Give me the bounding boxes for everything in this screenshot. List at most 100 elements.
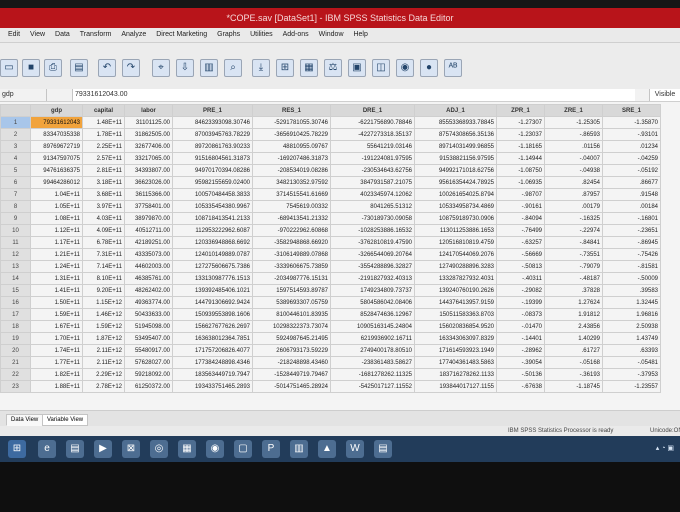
header-adj-1[interactable]: ADJ_1 bbox=[414, 104, 497, 117]
spell-check-icon[interactable]: ᴬᴮ bbox=[444, 59, 462, 77]
data-cell[interactable]: 61250372.00 bbox=[124, 380, 173, 393]
menu-edit[interactable]: Edit bbox=[8, 28, 20, 42]
data-cell[interactable]: 7.31E+11 bbox=[82, 248, 125, 261]
data-cell[interactable]: -.90161 bbox=[496, 200, 545, 213]
row-number[interactable]: 19 bbox=[0, 332, 31, 345]
data-cell[interactable]: -.08373 bbox=[496, 308, 545, 321]
data-cell[interactable]: 1.78E+11 bbox=[82, 128, 125, 141]
data-cell[interactable]: -.05481 bbox=[602, 356, 661, 369]
data-cell[interactable]: -6221756890.78846 bbox=[330, 116, 415, 129]
data-cell[interactable]: -.84841 bbox=[544, 236, 603, 249]
header-labor[interactable]: labor bbox=[124, 104, 173, 117]
menu-help[interactable]: Help bbox=[353, 28, 367, 42]
data-cell[interactable]: 177404361483.5863 bbox=[414, 356, 497, 369]
data-cell[interactable]: 4023345974.12062 bbox=[330, 188, 415, 201]
data-cell[interactable]: 95616354424.78925 bbox=[414, 176, 497, 189]
data-cell[interactable]: -191224081.97595 bbox=[330, 152, 415, 165]
data-cell[interactable]: 51945098.00 bbox=[124, 320, 173, 333]
data-cell[interactable]: 89769672719 bbox=[30, 140, 83, 153]
row-number[interactable]: 7 bbox=[0, 188, 31, 201]
data-cell[interactable]: 2.78E+12 bbox=[82, 380, 125, 393]
data-cell[interactable]: 108759189730.0906 bbox=[414, 212, 497, 225]
cell-value[interactable]: 79331612043.00 bbox=[72, 89, 635, 101]
data-cell[interactable]: 3.68E+11 bbox=[82, 188, 125, 201]
show-all-variables-icon[interactable]: ● bbox=[420, 59, 438, 77]
data-cell[interactable]: 40512711.00 bbox=[124, 224, 173, 237]
data-cell[interactable]: -.48187 bbox=[544, 272, 603, 285]
data-cell[interactable]: 171614593923.1949 bbox=[414, 344, 497, 357]
data-cell[interactable]: 85553368933.78845 bbox=[414, 116, 497, 129]
data-cell[interactable]: 33217065.00 bbox=[124, 152, 173, 165]
data-cell[interactable]: 94970170394.08286 bbox=[172, 164, 253, 177]
data-cell[interactable]: -.28962 bbox=[496, 344, 545, 357]
data-cell[interactable]: 1.41E+11 bbox=[30, 284, 83, 297]
data-cell[interactable]: 1.43749 bbox=[602, 332, 661, 345]
data-cell[interactable]: 44602003.00 bbox=[124, 260, 173, 273]
data-cell[interactable]: -.76499 bbox=[496, 224, 545, 237]
data-cell[interactable]: 156627677626.2697 bbox=[172, 320, 253, 333]
data-cell[interactable]: 124170544069.2076 bbox=[414, 248, 497, 261]
data-cell[interactable]: -.04938 bbox=[544, 164, 603, 177]
insert-variable-icon[interactable]: ⊞ bbox=[276, 59, 294, 77]
data-cell[interactable]: -1028253886.16532 bbox=[330, 224, 415, 237]
data-cell[interactable]: -3582948868.66920 bbox=[252, 236, 331, 249]
data-cell[interactable]: -.14401 bbox=[496, 332, 545, 345]
undo-icon[interactable]: ↶ bbox=[98, 59, 116, 77]
data-cell[interactable]: 193844017127.1155 bbox=[414, 380, 497, 393]
data-cell[interactable]: -.79079 bbox=[544, 260, 603, 273]
header-gdp[interactable]: gdp bbox=[30, 104, 83, 117]
row-number[interactable]: 1 bbox=[0, 116, 31, 129]
data-cell[interactable]: 3.97E+11 bbox=[82, 200, 125, 213]
data-cell[interactable]: -1681278262.11325 bbox=[330, 368, 415, 381]
data-cell[interactable]: 1.50E+11 bbox=[30, 296, 83, 309]
header-res-1[interactable]: RES_1 bbox=[252, 104, 331, 117]
row-number[interactable]: 22 bbox=[0, 368, 31, 381]
data-cell[interactable]: -.67638 bbox=[496, 380, 545, 393]
data-cell[interactable]: 133130987776.1513 bbox=[172, 272, 253, 285]
chrome-icon[interactable]: ◎ bbox=[150, 440, 168, 458]
word-icon[interactable]: W bbox=[346, 440, 364, 458]
data-cell[interactable]: -3554288896.32827 bbox=[330, 260, 415, 273]
data-cell[interactable]: -.39054 bbox=[496, 356, 545, 369]
menu-direct-marketing[interactable]: Direct Marketing bbox=[156, 28, 207, 42]
data-cell[interactable]: -.40311 bbox=[496, 272, 545, 285]
data-cell[interactable]: 1.87E+12 bbox=[82, 332, 125, 345]
variables-icon[interactable]: ▥ bbox=[200, 59, 218, 77]
data-cell[interactable]: 1.15E+12 bbox=[82, 296, 125, 309]
data-cell[interactable]: 3482130352.97592 bbox=[252, 176, 331, 189]
row-number[interactable]: 14 bbox=[0, 272, 31, 285]
data-cell[interactable]: -.37953 bbox=[602, 368, 661, 381]
data-cell[interactable]: 108718413541.2133 bbox=[172, 212, 253, 225]
data-cell[interactable]: 2.29E+12 bbox=[82, 368, 125, 381]
data-cell[interactable]: 5924987645.21495 bbox=[252, 332, 331, 345]
data-cell[interactable]: -.04007 bbox=[544, 152, 603, 165]
goto-variable-icon[interactable]: ⇩ bbox=[176, 59, 194, 77]
data-cell[interactable]: .00179 bbox=[544, 200, 603, 213]
data-cell[interactable]: 120336948868.6692 bbox=[172, 236, 253, 249]
data-cell[interactable]: 1.77E+11 bbox=[30, 356, 83, 369]
data-cell[interactable]: 1597514593.89787 bbox=[252, 284, 331, 297]
data-cell[interactable]: 183563449719.7947 bbox=[172, 368, 253, 381]
redo-icon[interactable]: ↷ bbox=[122, 59, 140, 77]
header-capital[interactable]: capital bbox=[82, 104, 125, 117]
app-icon[interactable]: ▢ bbox=[234, 440, 252, 458]
data-cell[interactable]: 6.78E+11 bbox=[82, 236, 125, 249]
data-cell[interactable]: 139240760190.2626 bbox=[414, 284, 497, 297]
internet-explorer-icon[interactable]: e bbox=[38, 440, 56, 458]
data-cell[interactable]: 1.88E+11 bbox=[30, 380, 83, 393]
file-explorer-icon[interactable]: ▤ bbox=[66, 440, 84, 458]
menu-add-ons[interactable]: Add-ons bbox=[283, 28, 309, 42]
spss-icon[interactable]: ▦ bbox=[178, 440, 196, 458]
data-cell[interactable]: 1.12E+11 bbox=[30, 224, 83, 237]
data-cell[interactable]: -3266544069.20764 bbox=[330, 248, 415, 261]
data-cell[interactable]: 87574308656.35136 bbox=[414, 128, 497, 141]
data-cell[interactable]: 57628027.00 bbox=[124, 356, 173, 369]
data-cell[interactable]: -.81581 bbox=[602, 260, 661, 273]
data-cell[interactable]: 43335073.00 bbox=[124, 248, 173, 261]
data-cell[interactable]: 2.43856 bbox=[544, 320, 603, 333]
windows-start-icon[interactable]: ⊞ bbox=[8, 440, 26, 458]
data-cell[interactable]: 91347597075 bbox=[30, 152, 83, 165]
data-cell[interactable]: 94761636375 bbox=[30, 164, 83, 177]
data-cell[interactable]: 38979870.00 bbox=[124, 212, 173, 225]
menu-transform[interactable]: Transform bbox=[80, 28, 112, 42]
